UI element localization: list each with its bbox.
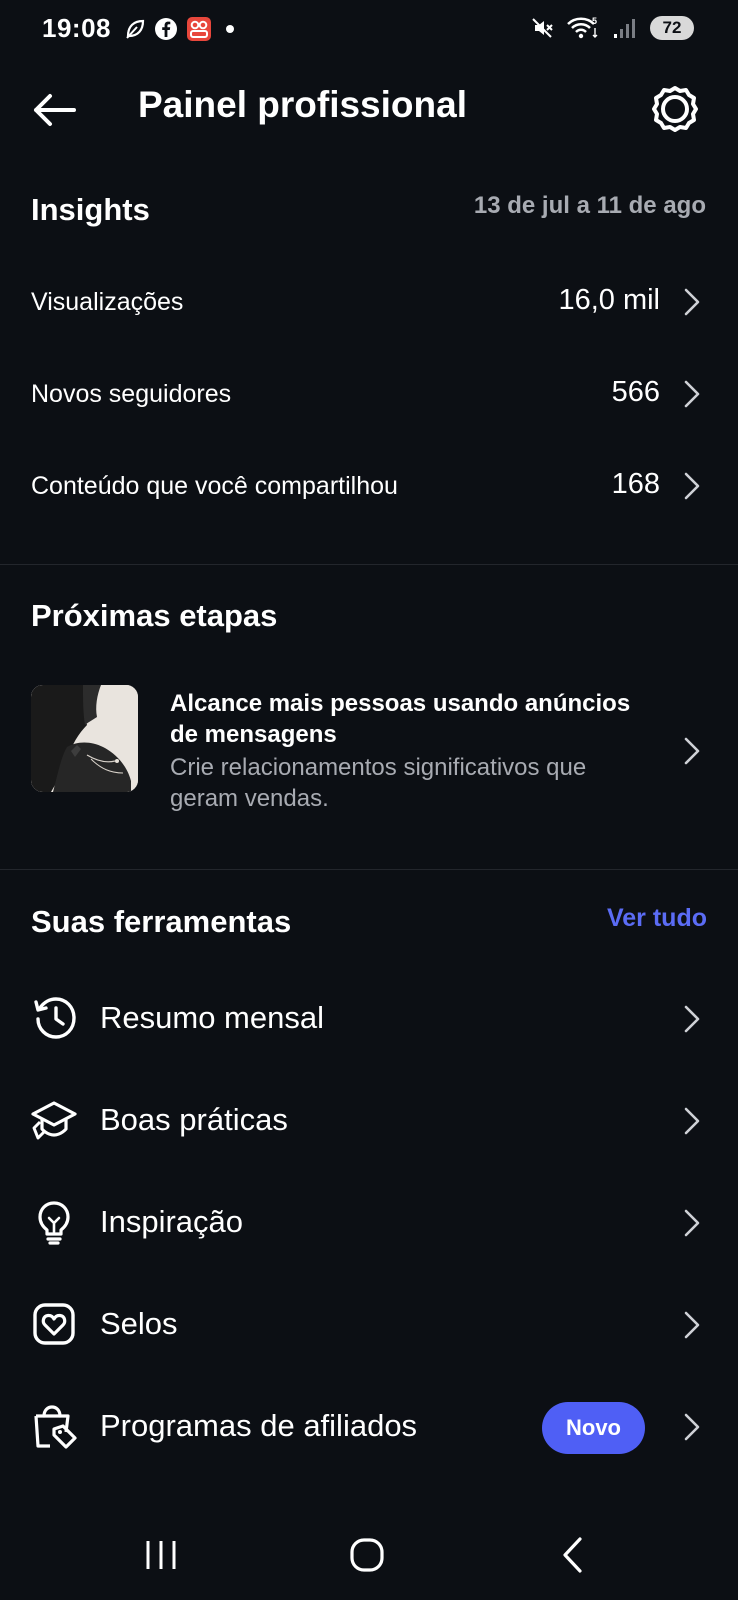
system-back-button[interactable] (550, 1530, 600, 1580)
chevron-right-icon (680, 378, 704, 410)
settings-button[interactable] (650, 84, 700, 134)
metric-row-views[interactable]: Visualizações 16,0 mil (0, 268, 738, 338)
metric-value: 566 (611, 376, 660, 408)
lightbulb-icon (30, 1198, 78, 1246)
metric-row-content[interactable]: Conteúdo que você compartilhou 168 (0, 452, 738, 522)
divider (0, 564, 738, 565)
tool-item-monthly-summary[interactable]: Resumo mensal (0, 970, 738, 1070)
battery-icon: 72 (650, 16, 694, 40)
next-steps-title: Próximas etapas (31, 598, 278, 633)
card-thumbnail (31, 685, 138, 792)
history-icon (30, 994, 78, 1042)
mute-icon (530, 16, 554, 40)
chevron-right-icon (680, 1207, 704, 1239)
home-button[interactable] (342, 1530, 392, 1580)
facebook-icon (154, 17, 178, 41)
tool-item-inspiration[interactable]: Inspiração (0, 1174, 738, 1274)
status-time: 19:08 (42, 13, 111, 43)
see-all-link[interactable]: Ver tudo (607, 904, 707, 933)
recent-apps-button[interactable] (136, 1530, 186, 1580)
home-icon (342, 1530, 392, 1580)
tag-shopping-bag-icon (30, 1402, 78, 1450)
graduation-cap-icon (30, 1096, 78, 1144)
metric-label: Novos seguidores (31, 380, 232, 408)
tool-label: Boas práticas (100, 1102, 288, 1137)
arrow-left-icon (30, 86, 78, 134)
divider (0, 869, 738, 870)
chevron-right-icon (680, 1105, 704, 1137)
svg-text:5: 5 (592, 16, 597, 26)
notification-dot (226, 25, 234, 33)
status-bar: 19:08 5 72 (0, 0, 738, 60)
chevron-right-icon (680, 1309, 704, 1341)
metric-value: 168 (611, 468, 660, 500)
app-icon (186, 16, 212, 42)
page-title: Painel profissional (138, 84, 467, 125)
new-badge: Novo (542, 1402, 645, 1454)
heart-badge-icon (30, 1300, 78, 1348)
metric-value: 16,0 mil (558, 284, 660, 316)
metric-row-followers[interactable]: Novos seguidores 566 (0, 360, 738, 430)
tool-item-badges[interactable]: Selos (0, 1276, 738, 1376)
tool-label: Resumo mensal (100, 1000, 324, 1035)
card-subtitle: Crie relacionamentos significativos que … (170, 754, 587, 812)
tool-item-affiliate-programs[interactable]: Programas de afiliados Novo (0, 1378, 738, 1478)
leaf-icon (124, 18, 146, 40)
back-button[interactable] (30, 86, 78, 134)
signal-icon (612, 16, 638, 40)
tool-label: Programas de afiliados (100, 1408, 418, 1443)
back-icon (550, 1530, 600, 1580)
tool-label: Inspiração (100, 1204, 244, 1239)
insights-title: Insights (31, 192, 150, 227)
chevron-right-icon (680, 470, 704, 502)
metric-label: Conteúdo que você compartilhou (31, 472, 398, 500)
chevron-right-icon (680, 1003, 704, 1035)
wifi-icon: 5 (566, 15, 600, 41)
status-icons-left (124, 16, 234, 42)
metric-label: Visualizações (31, 288, 184, 316)
card-title: Alcance mais pessoas usando anúncios de … (170, 690, 631, 748)
chevron-right-icon (680, 286, 704, 318)
tool-label: Selos (100, 1306, 178, 1341)
gear-icon (650, 84, 700, 134)
recent-apps-icon (136, 1530, 186, 1580)
chevron-right-icon (680, 1411, 704, 1443)
chevron-right-icon (680, 735, 704, 767)
date-range[interactable]: 13 de jul a 11 de ago (474, 192, 706, 220)
status-icons-right: 5 72 (530, 15, 694, 41)
tools-title: Suas ferramentas (31, 904, 292, 939)
tool-item-best-practices[interactable]: Boas práticas (0, 1072, 738, 1172)
